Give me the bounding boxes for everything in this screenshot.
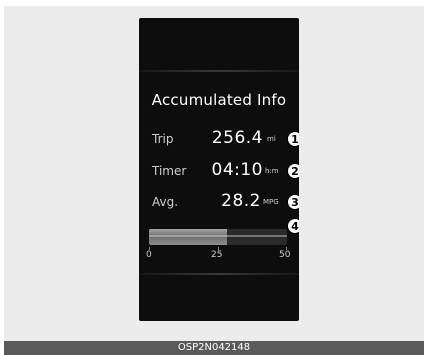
timer-value: 04:10 [211,160,263,180]
trip-value: 256.4 [211,128,263,148]
figure-caption: OSP2N042148 [4,341,424,355]
avg-value: 28.2 [221,191,261,211]
trip-unit: mi [267,135,276,143]
gauge-highlight [149,235,287,237]
fuel-economy-gauge: 0 25 50 4 [139,218,299,261]
callout-2-icon: 2 [287,163,299,179]
gauge-label-0: 0 [146,250,152,260]
timer-row: Timer 04:10 h:m 2 [139,160,299,182]
gauge-label-25: 25 [211,250,223,260]
bottom-divider [139,273,299,275]
trip-label: Trip [152,132,174,146]
callout-1-icon: 1 [287,131,299,147]
avg-row: Avg. 28.2 MPG 3 [139,191,299,213]
avg-unit: MPG [263,198,279,206]
gauge-track [149,229,287,245]
cluster-display: Accumulated Info Trip 256.4 mi 1 Timer 0… [139,18,299,321]
callout-3-icon: 3 [287,194,299,210]
top-divider [139,70,299,72]
avg-label: Avg. [152,195,179,209]
timer-unit: h:m [265,167,279,175]
trip-row: Trip 256.4 mi 1 [139,128,299,150]
gauge-label-50: 50 [279,250,291,260]
callout-4-icon: 4 [287,218,299,234]
timer-label: Timer [152,164,187,178]
gauge-fill [149,229,227,245]
screen-title: Accumulated Info [151,91,287,109]
